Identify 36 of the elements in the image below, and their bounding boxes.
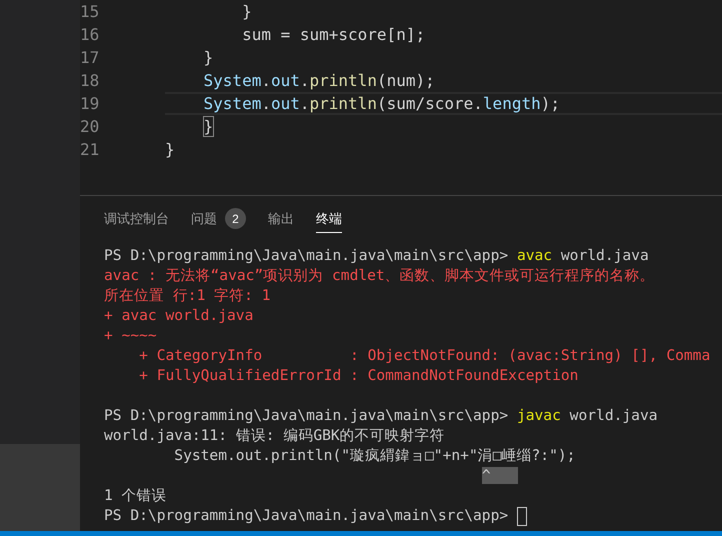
code-line: } bbox=[241, 0, 253, 22]
panel-tab[interactable]: 输出 bbox=[268, 204, 294, 234]
terminal-text: 1 个错误 bbox=[104, 487, 167, 504]
line-number: 16 bbox=[80, 24, 100, 46]
line-number: 19 bbox=[80, 92, 100, 114]
panel-tab[interactable]: 终端 bbox=[316, 204, 342, 234]
terminal-text: System.out.println("璇疯緭鍏ョ□"+n+"涓□崜缁?:"); bbox=[173, 447, 576, 464]
code-line: } bbox=[202, 46, 214, 68]
panel-tab[interactable]: 问题 2 bbox=[191, 204, 246, 234]
terminal-text: world.java bbox=[568, 407, 658, 424]
panel-tab[interactable]: 调试控制台 bbox=[104, 204, 169, 234]
error-text: + avac world.java bbox=[104, 307, 254, 324]
terminal-text: PS D:\programming\Java\main.java\main\src\app> bbox=[104, 407, 510, 424]
error-text: avac : 无法将“avac”项识别为 cmdlet、函数、脚本文件或可运行程序的名称。 bbox=[104, 267, 655, 284]
terminal-text: world.java:11: 错误: 编码GBK的不可映射字符 bbox=[104, 427, 445, 444]
error-text: 所在位置 行:1 字符: 1 bbox=[104, 287, 271, 304]
line-number: 17 bbox=[80, 46, 100, 68]
code-line: } bbox=[202, 116, 214, 138]
line-number: 20 bbox=[80, 116, 100, 138]
count-badge: 2 bbox=[225, 208, 246, 229]
code-line: sum = sum+score[n]; bbox=[241, 24, 426, 46]
error-marker: ^ bbox=[482, 467, 518, 484]
line-number: 21 bbox=[80, 138, 100, 160]
terminal-text: world.java bbox=[560, 247, 649, 264]
command-text: javac bbox=[516, 407, 561, 424]
error-text: + ~~~~ bbox=[104, 327, 157, 344]
line-number: 15 bbox=[80, 0, 100, 22]
error-text: + FullyQualifiedErrorId : CommandNotFoundException bbox=[138, 367, 578, 384]
code-line: System.out.println(num); bbox=[202, 70, 436, 92]
code-line: } bbox=[165, 138, 176, 160]
error-text: + CategoryInfo : ObjectNotFound: (avac:String) [], Comma bbox=[138, 347, 710, 364]
command-text: avac bbox=[516, 247, 552, 264]
terminal-text: PS D:\programming\Java\main.java\main\src\app> bbox=[104, 507, 508, 524]
line-number: 18 bbox=[80, 70, 100, 92]
terminal-text: PS D:\programming\Java\main.java\main\src\app> bbox=[104, 247, 510, 264]
code-line: System.out.println(sum/score.length); bbox=[165, 92, 722, 115]
